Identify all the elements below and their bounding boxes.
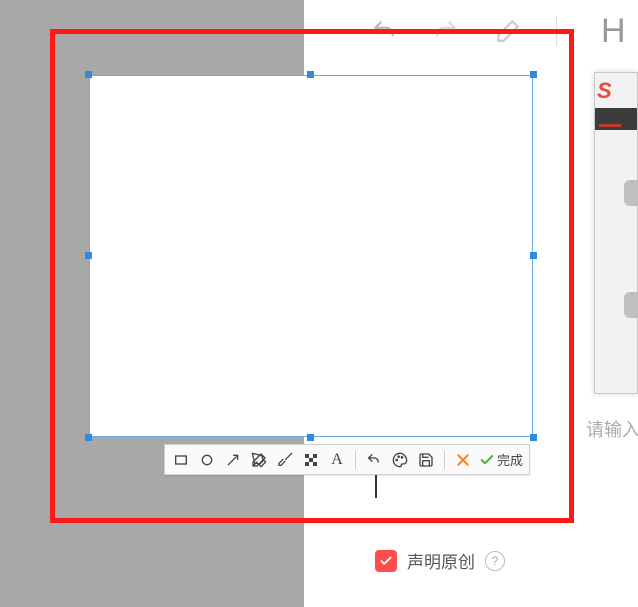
toolbar-separator-1 xyxy=(355,451,356,469)
screenshot-toolbar: A 完成 xyxy=(164,444,530,475)
preview-thumbnail: S xyxy=(594,72,638,394)
pen-tool-icon[interactable] xyxy=(249,450,269,470)
cancel-icon[interactable] xyxy=(453,450,473,470)
mosaic-tool-icon[interactable] xyxy=(301,450,321,470)
text-caret xyxy=(375,474,377,498)
placeholder-text: 请输入 xyxy=(586,416,638,442)
screenshot-selection[interactable] xyxy=(89,75,533,437)
help-icon[interactable]: ? xyxy=(485,551,505,571)
thumbnail-bar xyxy=(595,108,637,130)
resize-handle-bm[interactable] xyxy=(307,434,314,441)
editor-toolbar: H xyxy=(370,6,638,56)
done-button[interactable]: 完成 xyxy=(479,450,523,469)
undo-icon[interactable] xyxy=(370,17,398,45)
right-stub-2 xyxy=(624,292,638,318)
resize-handle-mr[interactable] xyxy=(530,252,537,259)
eraser-icon[interactable] xyxy=(494,17,522,45)
circle-tool-icon[interactable] xyxy=(197,450,217,470)
done-label: 完成 xyxy=(497,450,523,469)
resize-handle-tr[interactable] xyxy=(530,71,537,78)
logo-letter: S xyxy=(597,78,612,104)
declare-original-row: 声明原创 ? xyxy=(375,548,505,573)
right-stub-1 xyxy=(624,180,638,206)
resize-handle-tm[interactable] xyxy=(307,71,314,78)
rect-tool-icon[interactable] xyxy=(171,450,191,470)
toolbar-separator xyxy=(556,16,557,46)
toolbar-separator-2 xyxy=(444,451,445,469)
arrow-tool-icon[interactable] xyxy=(223,450,243,470)
save-icon[interactable] xyxy=(416,450,436,470)
highlighter-tool-icon[interactable] xyxy=(275,450,295,470)
resize-handle-ml[interactable] xyxy=(85,252,92,259)
palette-icon[interactable] xyxy=(390,450,410,470)
undo-snip-icon[interactable] xyxy=(364,450,384,470)
text-tool-icon[interactable]: A xyxy=(327,450,347,470)
redo-icon[interactable] xyxy=(432,17,460,45)
declare-original-label: 声明原创 xyxy=(407,548,475,573)
resize-handle-tl[interactable] xyxy=(85,71,92,78)
resize-handle-bl[interactable] xyxy=(85,434,92,441)
heading-button[interactable]: H xyxy=(601,12,626,51)
resize-handle-br[interactable] xyxy=(530,434,537,441)
screenshot-canvas xyxy=(89,75,533,437)
declare-original-checkbox[interactable] xyxy=(375,550,397,572)
